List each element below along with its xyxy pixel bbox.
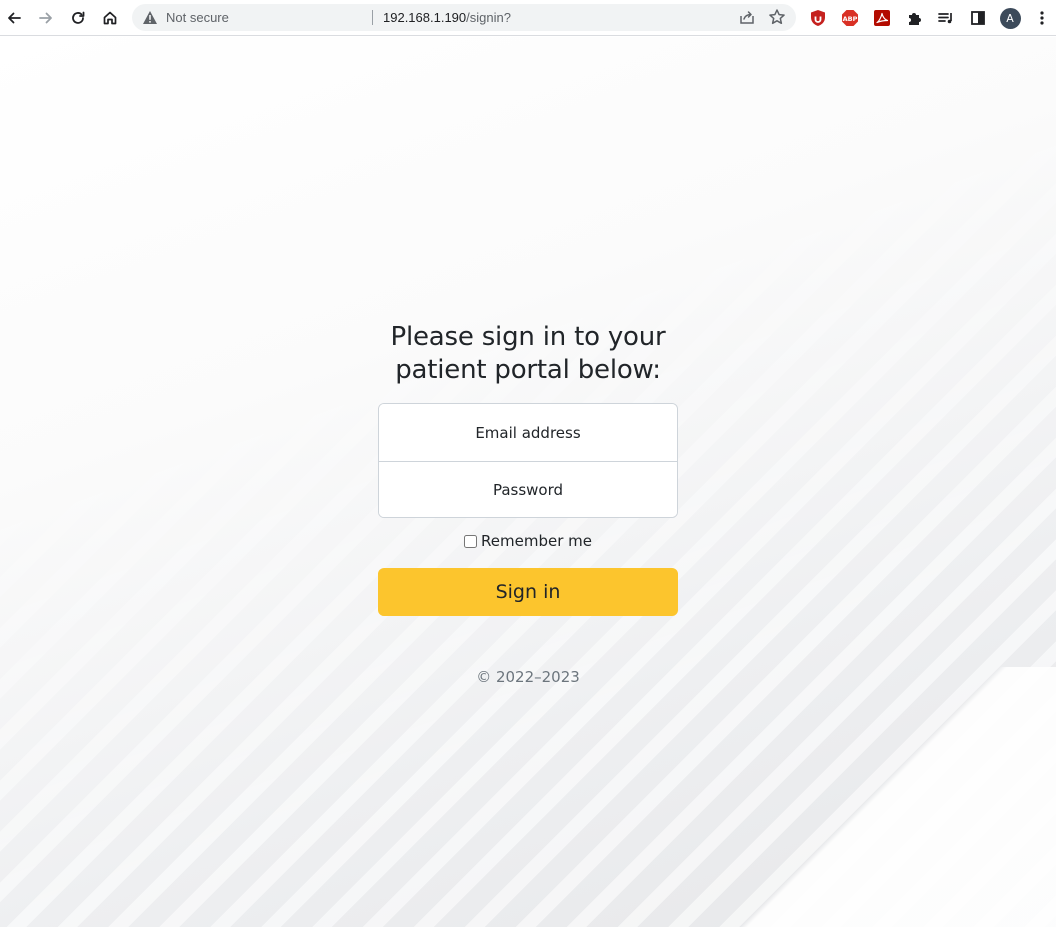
browser-toolbar: Not secure 192.168.1.190/signin? ABP A bbox=[0, 0, 1056, 36]
credentials-group bbox=[378, 403, 678, 518]
password-field[interactable] bbox=[379, 461, 677, 517]
profile-button[interactable]: A bbox=[998, 6, 1022, 30]
page-title: Please sign in to your patient portal be… bbox=[378, 321, 678, 387]
page-title-line-2: patient portal below: bbox=[395, 355, 661, 385]
ublock-icon bbox=[811, 10, 825, 26]
sign-in-button[interactable]: Sign in bbox=[378, 568, 678, 616]
reload-button[interactable] bbox=[64, 4, 92, 32]
media-controls-button[interactable] bbox=[934, 6, 958, 30]
avatar: A bbox=[999, 7, 1021, 29]
adblock-plus-icon: ABP bbox=[842, 10, 858, 26]
warning-icon[interactable] bbox=[142, 10, 158, 25]
background-corner-highlight bbox=[676, 667, 1056, 927]
acrobat-extension[interactable] bbox=[870, 6, 894, 30]
page-background: Please sign in to your patient portal be… bbox=[0, 37, 1056, 927]
page-title-line-1: Please sign in to your bbox=[390, 322, 666, 352]
back-button[interactable] bbox=[0, 4, 28, 32]
security-status-label[interactable]: Not secure bbox=[166, 10, 229, 25]
copyright-text: © 2022–2023 bbox=[476, 668, 580, 686]
address-divider bbox=[372, 10, 373, 25]
back-icon bbox=[8, 12, 21, 24]
acrobat-icon bbox=[874, 10, 890, 26]
home-button[interactable] bbox=[96, 4, 124, 32]
address-bar[interactable]: Not secure 192.168.1.190/signin? bbox=[132, 4, 796, 31]
kebab-menu-icon bbox=[1040, 11, 1044, 25]
side-panel-icon bbox=[971, 11, 985, 25]
home-icon bbox=[103, 11, 117, 25]
extensions-button[interactable] bbox=[902, 6, 926, 30]
browser-menu-button[interactable] bbox=[1030, 6, 1054, 30]
share-icon[interactable] bbox=[738, 8, 756, 26]
reload-icon bbox=[72, 11, 85, 24]
url-path: /signin? bbox=[466, 10, 511, 25]
side-panel-button[interactable] bbox=[966, 6, 990, 30]
star-icon[interactable] bbox=[768, 8, 786, 26]
adblock-plus-extension[interactable]: ABP bbox=[838, 6, 862, 30]
adblock-plus-label: ABP bbox=[843, 15, 858, 23]
url-host: 192.168.1.190 bbox=[383, 10, 467, 25]
signin-form: Please sign in to your patient portal be… bbox=[378, 321, 678, 686]
forward-icon bbox=[39, 12, 52, 24]
email-field[interactable] bbox=[379, 404, 677, 461]
remember-me-checkbox[interactable] bbox=[464, 534, 478, 548]
extensions-icon bbox=[908, 12, 921, 25]
media-controls-icon bbox=[938, 13, 952, 24]
remember-me-label: Remember me bbox=[481, 532, 592, 550]
ublock-extension[interactable] bbox=[806, 6, 830, 30]
forward-button[interactable] bbox=[32, 4, 60, 32]
remember-me[interactable]: Remember me bbox=[378, 532, 678, 550]
url-text[interactable]: 192.168.1.190/signin? bbox=[383, 10, 511, 25]
